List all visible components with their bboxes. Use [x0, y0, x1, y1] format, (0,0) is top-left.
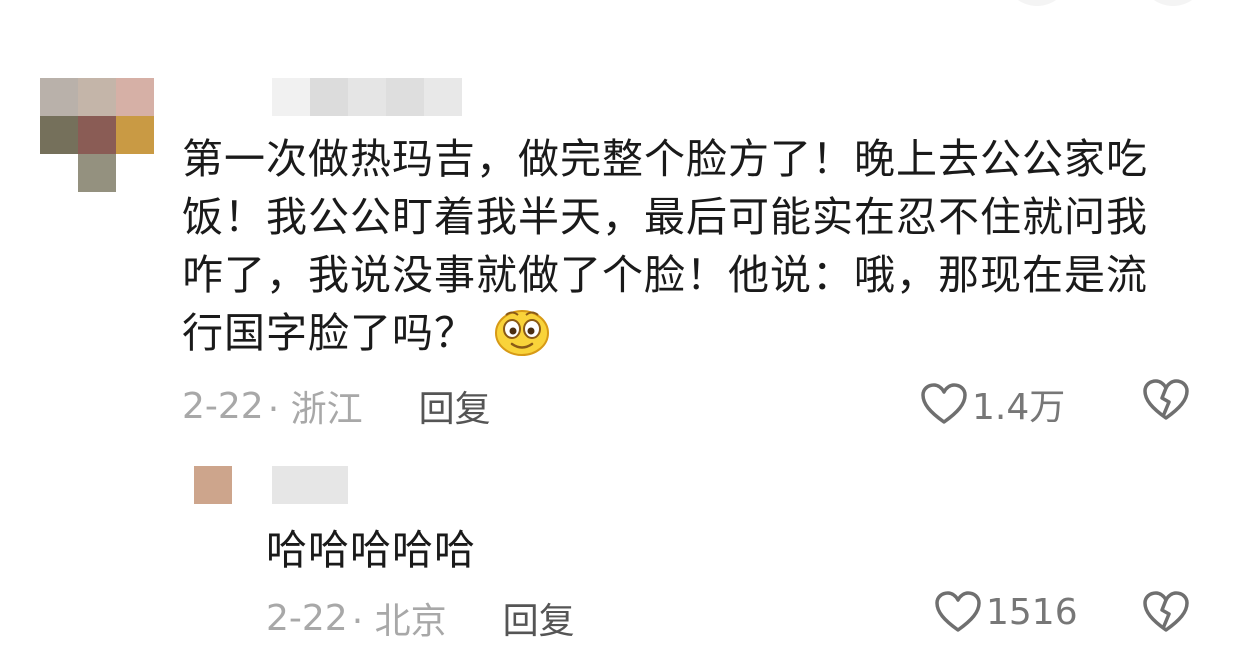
- smiling-face-emoji-icon: [494, 305, 550, 357]
- reply-like-count: 1516: [986, 591, 1078, 633]
- heart-outline-icon[interactable]: [920, 382, 968, 426]
- comment-like-count: 1.4万: [972, 387, 1066, 428]
- reply-date: 2-22: [266, 597, 348, 639]
- reply-button[interactable]: 回复: [419, 380, 491, 432]
- comment-location: · 浙江: [267, 389, 363, 430]
- comment-text: 第一次做热玛吉，做完整个脸方了！晚上去公公家吃饭！我公公盯着我半天，最后可能实在…: [182, 130, 1182, 362]
- comment-like-button[interactable]: 1.4万: [920, 378, 1065, 430]
- reply-location: · 北京: [351, 601, 447, 642]
- top-action-button-left[interactable]: [1004, 0, 1070, 6]
- heart-outline-icon[interactable]: [934, 590, 982, 634]
- commenter-name-blurred[interactable]: [272, 78, 462, 116]
- reply-like-button[interactable]: 1516: [934, 590, 1078, 634]
- broken-heart-icon[interactable]: [1142, 590, 1190, 634]
- broken-heart-icon[interactable]: [1142, 378, 1190, 422]
- comment-meta: 2-22 · 浙江 回复: [182, 380, 491, 432]
- reply-reply-button[interactable]: 回复: [503, 592, 575, 644]
- reply-text: 哈哈哈哈哈: [266, 526, 476, 574]
- reply-meta: 2-22 · 北京 回复: [266, 592, 575, 644]
- reply-name-blurred[interactable]: [272, 466, 348, 504]
- comment-date: 2-22: [182, 385, 264, 427]
- reply-avatar[interactable]: [194, 466, 232, 504]
- commenter-avatar[interactable]: [40, 78, 154, 192]
- comment-body: 第一次做热玛吉，做完整个脸方了！晚上去公公家吃饭！我公公盯着我半天，最后可能实在…: [182, 135, 1148, 357]
- top-action-button-right[interactable]: [1140, 0, 1206, 6]
